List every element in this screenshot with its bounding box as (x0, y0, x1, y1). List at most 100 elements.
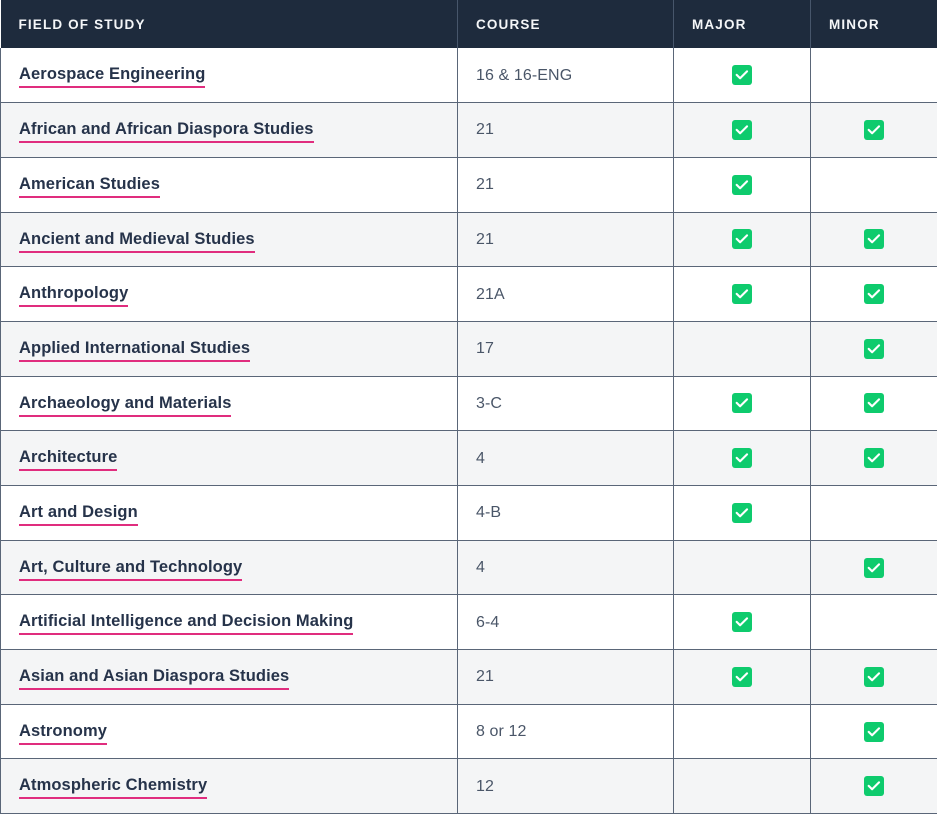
table-row: Applied International Studies 17 (0, 321, 937, 377)
field-of-study-table: FIELD OF STUDY COURSE MAJOR MINOR Aerosp… (0, 0, 937, 815)
field-of-study-link[interactable]: Asian and Asian Diaspora Studies (19, 667, 290, 690)
table-header: FIELD OF STUDY COURSE MAJOR MINOR (0, 0, 937, 48)
major-checkmark-icon (732, 612, 752, 633)
field-of-study-cell: Applied International Studies (0, 321, 458, 377)
field-of-study-link[interactable]: Aerospace Engineering (19, 65, 206, 89)
column-header-major[interactable]: MAJOR (673, 0, 811, 48)
major-cell (673, 758, 811, 815)
course-cell: 12 (457, 758, 674, 815)
field-of-study-cell: Art and Design (0, 485, 458, 541)
minor-cell (810, 102, 937, 158)
table-row: Astronomy 8 or 12 (0, 704, 937, 760)
course-cell: 4 (457, 430, 674, 486)
field-of-study-cell: Artificial Intelligence and Decision Mak… (0, 594, 458, 651)
field-of-study-link[interactable]: Anthropology (19, 284, 129, 308)
major-cell (673, 266, 811, 322)
course-cell: 21 (457, 649, 674, 705)
field-of-study-link[interactable]: American Studies (19, 174, 160, 198)
minor-cell (810, 430, 937, 486)
field-of-study-cell: Aerospace Engineering (0, 48, 458, 104)
minor-checkmark-icon (864, 393, 884, 414)
course-value: 4 (476, 449, 485, 467)
field-of-study-link[interactable]: Applied International Studies (19, 338, 251, 362)
course-value: 6-4 (476, 613, 500, 631)
course-value: 21 (476, 230, 494, 248)
table-row: American Studies 21 (0, 157, 937, 213)
field-of-study-link[interactable]: Ancient and Medieval Studies (19, 229, 255, 253)
course-value: 21 (476, 176, 494, 194)
column-header-field-of-study[interactable]: FIELD OF STUDY (0, 0, 458, 48)
course-cell: 4 (457, 540, 674, 596)
field-of-study-cell: Architecture (0, 430, 458, 486)
major-cell (673, 594, 811, 651)
course-value: 12 (476, 777, 494, 795)
minor-cell (810, 758, 937, 815)
field-of-study-table-container: FIELD OF STUDY COURSE MAJOR MINOR Aerosp… (0, 0, 937, 815)
field-of-study-link[interactable]: Astronomy (19, 721, 107, 745)
minor-checkmark-icon (864, 557, 884, 578)
field-of-study-link[interactable]: Art, Culture and Technology (19, 557, 243, 581)
column-header-course[interactable]: COURSE (457, 0, 674, 48)
course-cell: 21A (457, 266, 674, 322)
empty-placeholder (864, 500, 884, 520)
field-of-study-cell: African and African Diaspora Studies (0, 102, 458, 158)
minor-checkmark-icon (864, 721, 884, 742)
field-of-study-cell: Archaeology and Materials (0, 376, 458, 432)
course-cell: 4-B (457, 485, 674, 541)
course-value: 21 (476, 668, 494, 686)
table-body: Aerospace Engineering 16 & 16-ENG African … (0, 48, 937, 815)
minor-cell (810, 376, 937, 432)
major-cell (673, 430, 811, 486)
minor-checkmark-icon (864, 338, 884, 359)
table-row: Art and Design 4-B (0, 485, 937, 541)
minor-cell (810, 157, 937, 213)
course-value: 17 (476, 340, 494, 358)
course-cell: 21 (457, 212, 674, 268)
major-checkmark-icon (732, 448, 752, 469)
course-value: 4 (476, 558, 485, 576)
major-cell (673, 704, 811, 760)
column-header-minor[interactable]: MINOR (810, 0, 937, 48)
field-of-study-cell: Atmospheric Chemistry (0, 758, 458, 815)
major-checkmark-icon (732, 65, 752, 86)
major-cell (673, 649, 811, 705)
field-of-study-link[interactable]: African and African Diaspora Studies (19, 120, 314, 144)
field-of-study-link[interactable]: Artificial Intelligence and Decision Mak… (19, 612, 354, 636)
course-cell: 21 (457, 102, 674, 158)
major-checkmark-icon (732, 502, 752, 523)
major-checkmark-icon (732, 229, 752, 250)
course-cell: 16 & 16-ENG (457, 48, 674, 104)
major-checkmark-icon (732, 174, 752, 195)
minor-cell (810, 485, 937, 541)
field-of-study-cell: Art, Culture and Technology (0, 540, 458, 596)
field-of-study-link[interactable]: Architecture (19, 448, 118, 472)
field-of-study-link[interactable]: Archaeology and Materials (19, 393, 232, 417)
table-row: Aerospace Engineering 16 & 16-ENG (0, 48, 937, 104)
major-cell (673, 540, 811, 596)
course-cell: 3-C (457, 376, 674, 432)
minor-cell (810, 321, 937, 377)
table-row: Atmospheric Chemistry 12 (0, 758, 937, 815)
course-cell: 21 (457, 157, 674, 213)
major-checkmark-icon (732, 120, 752, 141)
major-cell (673, 157, 811, 213)
field-of-study-link[interactable]: Art and Design (19, 502, 138, 526)
field-of-study-cell: Ancient and Medieval Studies (0, 212, 458, 268)
minor-cell (810, 540, 937, 596)
field-of-study-cell: Asian and Asian Diaspora Studies (0, 649, 458, 705)
major-checkmark-icon (732, 666, 752, 687)
major-cell (673, 485, 811, 541)
field-of-study-cell: Anthropology (0, 266, 458, 322)
minor-cell (810, 212, 937, 268)
minor-cell (810, 594, 937, 651)
course-value: 8 or 12 (476, 723, 527, 740)
table-row: Archaeology and Materials 3-C (0, 376, 937, 432)
major-cell (673, 376, 811, 432)
course-value: 21A (476, 285, 505, 303)
major-checkmark-icon (732, 284, 752, 305)
field-of-study-cell: Astronomy (0, 704, 458, 760)
field-of-study-link[interactable]: Atmospheric Chemistry (19, 776, 208, 800)
table-header-row: FIELD OF STUDY COURSE MAJOR MINOR (0, 0, 937, 48)
minor-checkmark-icon (864, 229, 884, 250)
minor-cell (810, 266, 937, 322)
